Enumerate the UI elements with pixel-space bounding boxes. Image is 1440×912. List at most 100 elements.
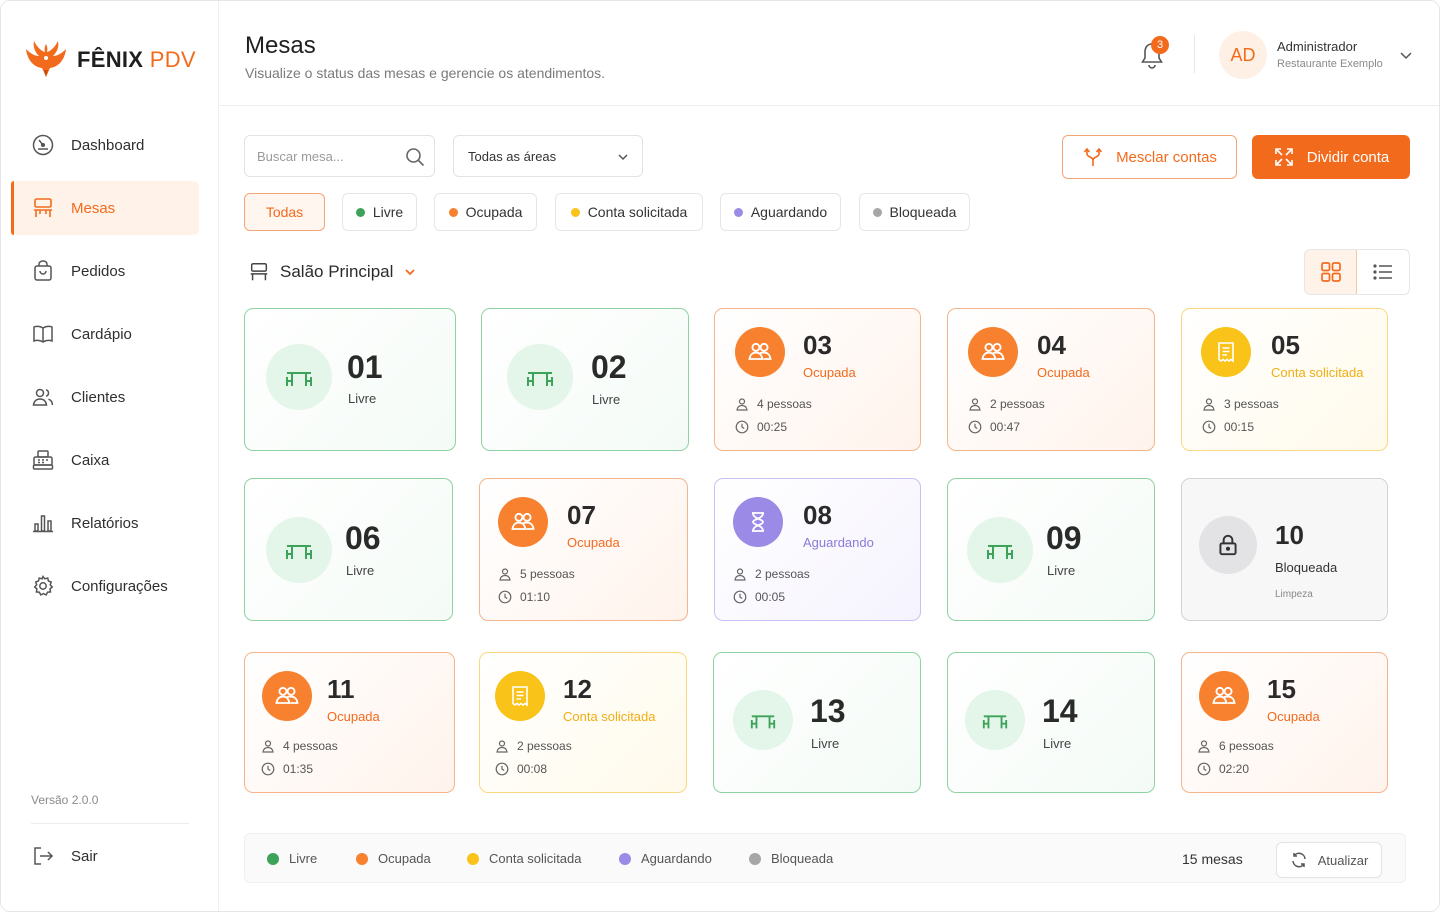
table-number: 10	[1275, 520, 1304, 550]
table-status-circle	[507, 344, 573, 410]
bar-chart-icon	[33, 515, 53, 533]
search-input[interactable]	[257, 148, 407, 164]
person-icon	[1198, 740, 1210, 753]
users-icon	[748, 342, 772, 360]
chevron-down-icon[interactable]	[1398, 47, 1414, 63]
table-card-06[interactable]: 06 Livre	[244, 478, 453, 621]
table-card-07[interactable]: 07 Ocupada 5 pessoas 01:10	[479, 478, 688, 621]
table-time: 00:08	[495, 762, 547, 776]
status-dot-conta	[570, 207, 580, 217]
status-dot-aguardando	[733, 207, 743, 217]
filter-chip-livre[interactable]: Livre	[342, 193, 417, 231]
sidebar-item-configuracoes[interactable]: Configurações	[11, 559, 199, 613]
status-dot-bloqueada	[749, 852, 761, 865]
table-number: 15	[1267, 674, 1296, 704]
table-status-circle	[733, 497, 783, 547]
table-people: 3 pessoas	[1202, 397, 1279, 411]
table-card-05[interactable]: 05 Conta solicitada 3 pessoas 00:15	[1181, 308, 1388, 451]
search-icon[interactable]	[405, 147, 425, 167]
gear-icon	[33, 575, 54, 596]
clock-icon	[1202, 420, 1216, 434]
sidebar-item-caixa[interactable]: Caixa	[11, 433, 199, 487]
table-elapsed: 01:35	[283, 762, 314, 776]
brand-name: FÊNIX PDV	[77, 47, 196, 72]
person-icon	[496, 740, 508, 753]
table-number: 13	[810, 693, 846, 729]
section-selector[interactable]: Salão Principal	[248, 261, 417, 283]
table-chairs-icon	[750, 715, 776, 729]
notification-badge: 3	[1151, 36, 1169, 54]
list-view-button[interactable]	[1357, 250, 1409, 294]
clock-icon	[735, 420, 749, 434]
table-time: 02:20	[1197, 762, 1249, 776]
split-icon	[1274, 148, 1293, 166]
table-card-09[interactable]: 09 Livre	[947, 478, 1155, 621]
table-people-count: 3 pessoas	[1224, 397, 1279, 411]
sidebar-item-cardapio[interactable]: Cardápio	[11, 307, 199, 361]
view-toggle	[1304, 249, 1410, 295]
filter-chip-conta-solicitada[interactable]: Conta solicitada	[555, 193, 703, 231]
table-card-02[interactable]: 02 Livre	[481, 308, 689, 451]
filter-chip-aguardando[interactable]: Aguardando	[720, 193, 841, 231]
sidebar-item-clientes[interactable]: Clientes	[11, 370, 199, 424]
table-status-circle	[735, 327, 785, 377]
filter-chip-ocupada[interactable]: Ocupada	[434, 193, 537, 231]
table-status: Conta solicitada	[563, 709, 656, 724]
table-status: Ocupada	[327, 709, 380, 724]
table-card-08[interactable]: 08 Aguardando 2 pessoas 00:05	[714, 478, 921, 621]
table-card-15[interactable]: 15 Ocupada 6 pessoas 02:20	[1181, 652, 1388, 793]
filter-chip-todas[interactable]: Todas	[244, 193, 325, 231]
sidebar: FÊNIX PDV Dashboard Mesas Pedidos Cardáp…	[1, 1, 219, 911]
split-account-button[interactable]: Dividir conta	[1252, 135, 1410, 179]
table-card-03[interactable]: 03 Ocupada 4 pessoas 00:25	[714, 308, 921, 451]
lock-icon	[1219, 534, 1237, 556]
sidebar-item-label: Clientes	[71, 388, 126, 406]
sidebar-item-relatorios[interactable]: Relatórios	[11, 496, 199, 550]
table-time: 00:05	[733, 590, 785, 604]
users-icon	[981, 342, 1005, 360]
table-card-14[interactable]: 14 Livre	[947, 652, 1155, 793]
table-card-12[interactable]: 12 Conta solicitada 2 pessoas 00:08	[479, 652, 687, 793]
clock-icon	[1197, 762, 1211, 776]
table-number: 08	[803, 500, 832, 530]
table-chairs-icon	[286, 372, 312, 386]
page-title: Mesas	[245, 32, 316, 59]
clock-icon	[968, 420, 982, 434]
table-time: 01:10	[498, 590, 550, 604]
filter-chip-bloqueada[interactable]: Bloqueada	[859, 193, 970, 231]
table-number: 14	[1042, 693, 1078, 729]
table-status-circle	[266, 517, 332, 583]
table-number: 02	[591, 349, 627, 385]
area-select[interactable]: Todas as áreas	[453, 135, 643, 177]
sidebar-item-dashboard[interactable]: Dashboard	[11, 118, 199, 172]
hourglass-icon	[752, 512, 764, 532]
brand-logo[interactable]: FÊNIX PDV	[23, 37, 196, 83]
dashboard-icon	[32, 134, 54, 156]
table-status: Livre	[811, 736, 840, 751]
sidebar-item-pedidos[interactable]: Pedidos	[11, 244, 199, 298]
table-time: 00:47	[968, 420, 1020, 434]
table-chair-icon	[34, 198, 52, 217]
grid-view-button[interactable]	[1305, 250, 1358, 294]
table-status: Livre	[1043, 736, 1072, 751]
table-card-10[interactable]: 10 Bloqueada Limpeza	[1181, 478, 1388, 621]
table-number: 12	[563, 674, 592, 704]
legend-label: Conta solicitada	[489, 851, 582, 866]
table-card-01[interactable]: 01 Livre	[244, 308, 456, 451]
sidebar-item-mesas[interactable]: Mesas	[11, 181, 199, 235]
legend-label: Aguardando	[641, 851, 712, 866]
table-card-13[interactable]: 13 Livre	[713, 652, 921, 793]
logout-button[interactable]: Sair	[31, 844, 98, 868]
table-card-11[interactable]: 11 Ocupada 4 pessoas 01:35	[244, 652, 455, 793]
clock-icon	[495, 762, 509, 776]
table-number: 09	[1046, 520, 1082, 556]
table-people: 2 pessoas	[733, 567, 810, 581]
table-card-04[interactable]: 04 Ocupada 2 pessoas 00:47	[947, 308, 1155, 451]
table-people-count: 2 pessoas	[990, 397, 1045, 411]
table-number: 01	[347, 349, 383, 385]
area-select-value: Todas as áreas	[468, 148, 557, 164]
avatar[interactable]: AD	[1219, 31, 1267, 79]
refresh-button[interactable]: Atualizar	[1276, 842, 1382, 878]
legend-label: Bloqueada	[771, 851, 834, 866]
merge-accounts-button[interactable]: Mesclar contas	[1062, 135, 1237, 179]
